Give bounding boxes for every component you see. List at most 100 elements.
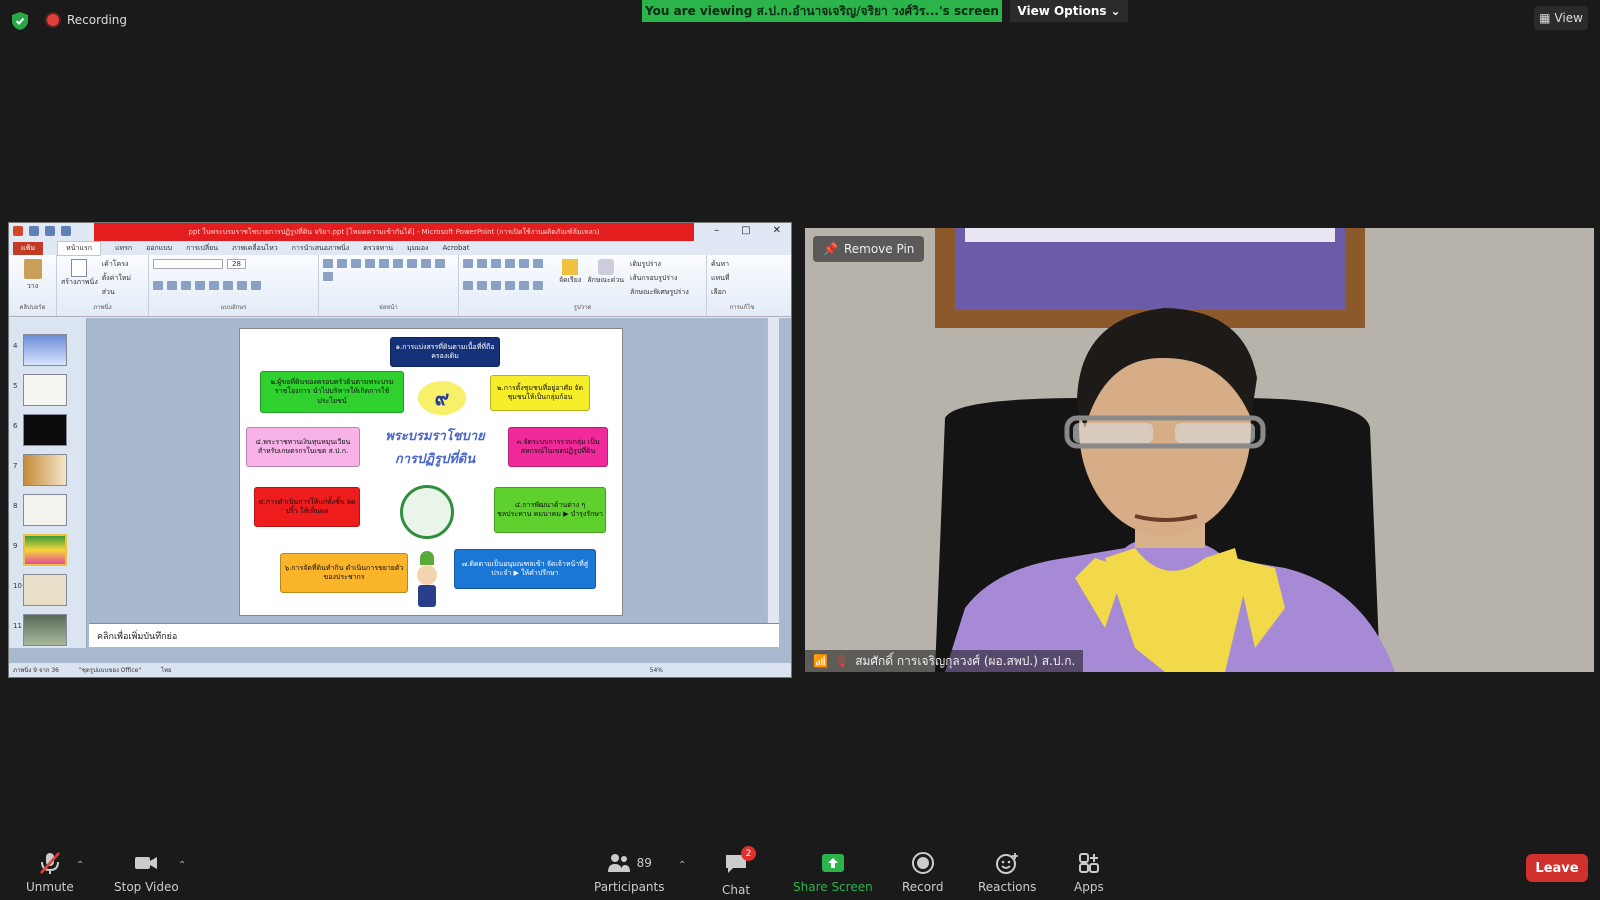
tab-review[interactable]: ตรวจทาน (363, 243, 393, 254)
editing-group: ค้นหา แทนที่ เลือก การแก้ไข (707, 255, 777, 316)
reactions-button[interactable]: Reactions (978, 852, 1036, 894)
clipboard-group-label: คลิปบอร์ด (19, 304, 46, 311)
share-screen-button[interactable]: Share Screen (793, 852, 873, 894)
redo-icon[interactable] (61, 226, 71, 236)
slide-title-line2: การปฏิรูปที่ดิน (394, 452, 476, 468)
thumb-number: 9 (13, 542, 18, 550)
shape-outline-button[interactable]: เส้นกรอบรูปร่าง (630, 273, 689, 284)
slides-group-label: ภาพนิ่ง (93, 304, 112, 311)
view-button[interactable]: ▦ View (1534, 6, 1588, 30)
font-group: 28 แบบอักษร (149, 255, 319, 316)
view-label: View (1554, 11, 1583, 25)
participant-video-image (805, 228, 1594, 672)
slide-thumb[interactable] (23, 454, 67, 486)
new-slide-label[interactable]: สร้างภาพนิ่ง (61, 277, 98, 288)
slide-thumbnails-pane[interactable]: 4 5 6 7 8 9 10 11 (9, 318, 87, 648)
undo-icon[interactable] (45, 226, 55, 236)
slide-box-bottom-left: ๖.การจัดที่ดินทำกิน ดำเนินการขยายตัวของป… (280, 553, 408, 593)
font-format-icons[interactable] (153, 281, 314, 290)
audio-options-chevron-icon[interactable]: ⌃ (76, 860, 84, 871)
minimize-icon[interactable]: – (714, 225, 719, 236)
apps-button[interactable]: Apps (1074, 852, 1104, 894)
current-slide[interactable]: ๑.การแบ่งสรรที่ดินตามเนื้อที่ที่ถือครองเ… (239, 328, 623, 616)
slide-thumb[interactable] (23, 334, 67, 366)
layout-button[interactable]: เค้าโครง (102, 259, 131, 270)
ppt-titlebar: ppt ในพระบรมราชโชบายการปฏิรูปที่ดิน จริย… (9, 223, 791, 241)
section-button[interactable]: ส่วน (102, 287, 131, 298)
tab-design[interactable]: ออกแบบ (146, 243, 172, 254)
close-icon[interactable]: ✕ (773, 225, 781, 236)
slide-thumb[interactable] (23, 574, 67, 606)
select-button[interactable]: เลือก (711, 287, 773, 298)
tab-animations[interactable]: ภาพเคลื่อนไหว (232, 243, 278, 254)
slide-count: ภาพนิ่ง 9 จาก 36 (13, 667, 60, 674)
save-icon[interactable] (29, 226, 39, 236)
slide-box-right3: ๔.การพัฒนาด้านต่าง ๆ ชลประทาน คมนาคม ▶ บ… (494, 487, 606, 533)
record-icon (911, 852, 934, 874)
tab-file[interactable]: แฟ้ม (13, 241, 44, 255)
font-name-select[interactable] (153, 259, 223, 269)
tab-transitions[interactable]: การเปลี่ยน (186, 243, 218, 254)
reactions-label: Reactions (978, 880, 1037, 894)
shapes-gallery[interactable] (463, 259, 553, 298)
reset-button[interactable]: ตั้งค่าใหม่ (102, 273, 131, 284)
slide-thumb[interactable] (23, 614, 67, 646)
tab-view[interactable]: มุมมอง (407, 243, 428, 254)
participants-label: Participants (594, 880, 665, 894)
ppt-statusbar: ภาพนิ่ง 9 จาก 36 "ชุดรูปแบบของ Office" ไ… (9, 663, 791, 677)
arrange-icon[interactable] (562, 259, 579, 275)
remove-pin-button[interactable]: 📌 Remove Pin (813, 236, 925, 262)
mascot-figure (416, 551, 438, 609)
tab-insert[interactable]: แทรก (115, 243, 132, 254)
slide-thumb[interactable] (23, 374, 67, 406)
chat-badge: 2 (741, 846, 757, 861)
new-slide-icon[interactable] (71, 259, 88, 277)
paste-label[interactable]: วาง (27, 281, 38, 292)
slide-box-left2: ๔.พระราชทานเงินทุนหมุนเวียน สำหรับเกษตรก… (246, 427, 360, 467)
view-options-button[interactable]: View Options ⌄ (1010, 0, 1128, 22)
video-camera-icon (135, 857, 158, 869)
zoom-level[interactable]: 54% (650, 667, 663, 674)
tab-home[interactable]: หน้าแรก (57, 240, 101, 256)
record-button[interactable]: Record (902, 852, 943, 894)
smiley-plus-icon (996, 853, 1019, 874)
share-screen-label: Share Screen (793, 880, 873, 894)
replace-button[interactable]: แทนที่ (711, 273, 773, 284)
slide-thumb[interactable] (23, 494, 67, 526)
stop-video-button[interactable]: Stop Video (114, 852, 179, 894)
shape-fill-button[interactable]: เติมรูปร่าง (630, 259, 689, 270)
notes-placeholder[interactable]: คลิกเพื่อเพิ่มบันทึกย่อ (89, 623, 779, 647)
slide-box-left3: ๕.การดำเนินการให้แก่ทั้งชั้น ลดปริ้ว ให้… (254, 487, 360, 527)
viewing-banner: You are viewing ส.ป.ก.อำนาจเจริญ/จริยา ว… (642, 0, 1002, 22)
slide-box-top: ๑.การแบ่งสรรที่ดินตามเนื้อที่ที่ถือครองเ… (390, 337, 500, 367)
arrange-label[interactable]: จัดเรียง (559, 275, 581, 286)
participants-button[interactable]: 89 Participants (594, 852, 665, 894)
recording-indicator[interactable]: Recording (47, 13, 127, 27)
participants-options-chevron-icon[interactable]: ⌃ (678, 860, 686, 871)
slide-vertical-scrollbar[interactable] (767, 318, 779, 623)
paragraph-icons[interactable] (323, 259, 454, 281)
window-title: ppt ในพระบรมราชโชบายการปฏิรูปที่ดิน จริย… (94, 223, 694, 241)
paste-icon[interactable] (23, 259, 42, 279)
find-button[interactable]: ค้นหา (711, 259, 773, 270)
video-options-chevron-icon[interactable]: ⌃ (178, 860, 186, 871)
alro-seal-logo (400, 485, 454, 539)
font-size-select[interactable]: 28 (227, 259, 246, 269)
participant-name-tag: 📶 🎙 สมศักดิ์ การเจริญกุลวงศ์ (ผอ.สพป.) ส… (805, 650, 1084, 672)
recording-label: Recording (67, 13, 128, 27)
thumb-number: 10 (13, 582, 22, 590)
security-shield-icon[interactable] (12, 12, 28, 30)
leave-button[interactable]: Leave (1526, 854, 1588, 882)
unmute-button[interactable]: Unmute (26, 852, 74, 894)
chat-button[interactable]: 2 Chat (722, 846, 757, 897)
shape-effects-button[interactable]: ลักษณะพิเศษรูปร่าง (630, 287, 689, 298)
tab-slideshow[interactable]: การนำเสนอภาพนิ่ง (292, 243, 350, 254)
quick-styles-icon[interactable] (597, 259, 614, 275)
slide-thumb-selected[interactable] (23, 534, 67, 566)
quick-styles-label[interactable]: ลักษณะด่วน (587, 275, 624, 286)
participants-icon (607, 854, 630, 872)
participant-video-tile[interactable]: 📌 Remove Pin 📶 🎙 สมศักดิ์ การเจริญกุลวงศ… (805, 228, 1594, 672)
tab-acrobat[interactable]: Acrobat (442, 244, 469, 252)
slide-thumb[interactable] (23, 414, 67, 446)
maximize-icon[interactable]: □ (741, 225, 750, 236)
